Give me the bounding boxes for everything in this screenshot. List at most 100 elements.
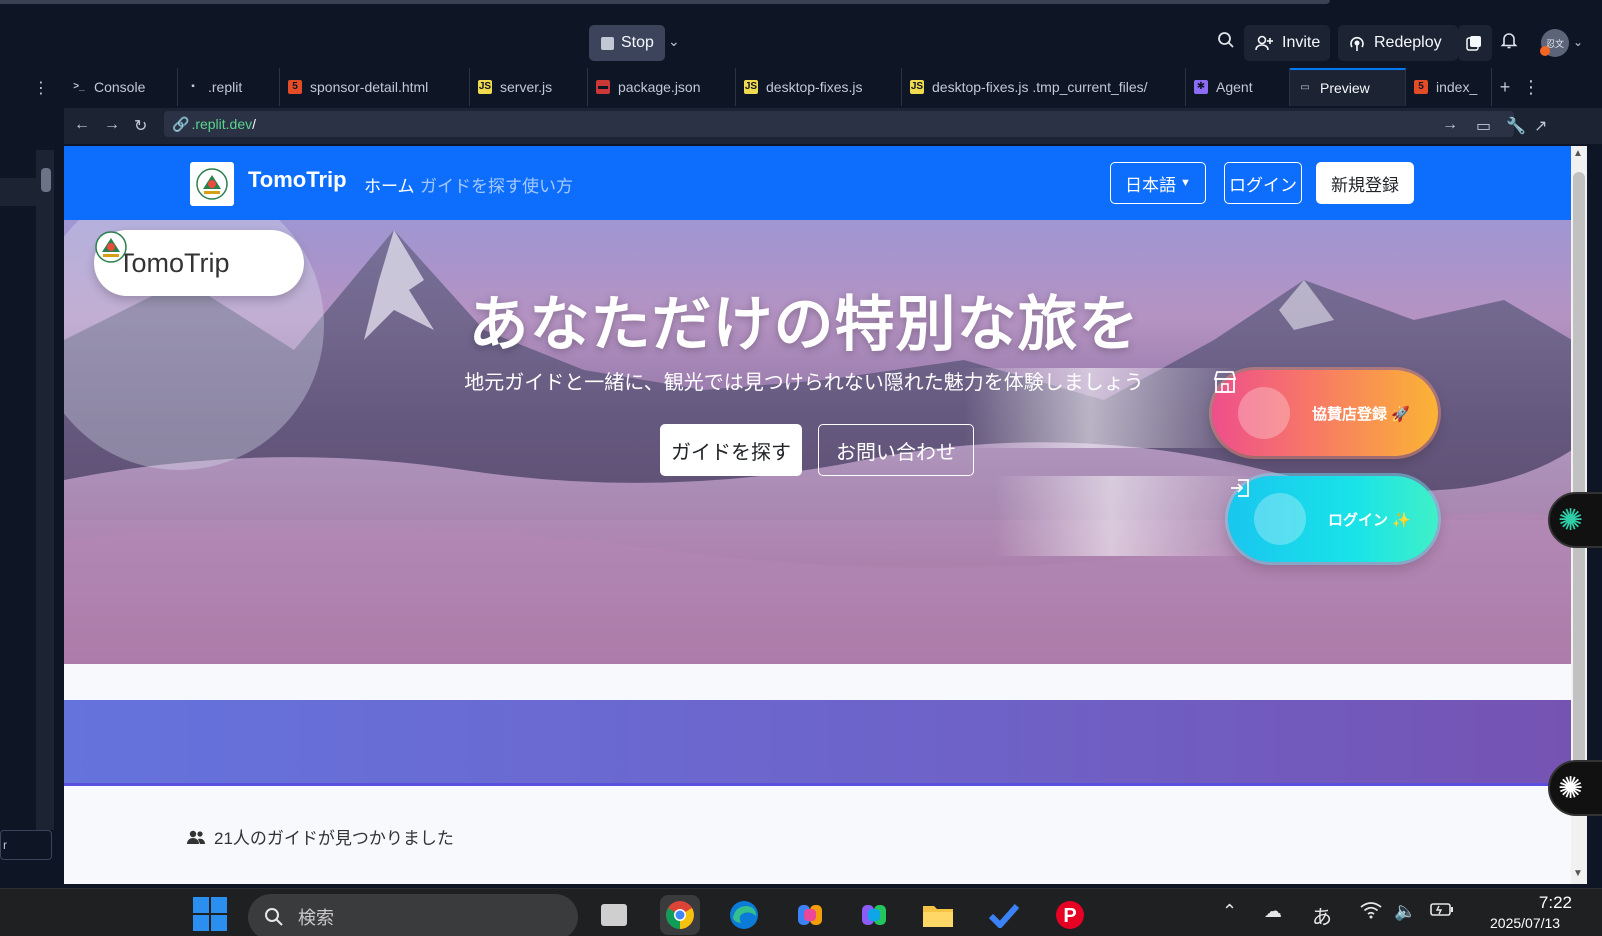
taskbar-date[interactable]: 2025/07/13 [1490,915,1560,931]
url-path: / [252,116,257,132]
filter-banner [64,700,1572,786]
store-icon [1213,371,1290,439]
floating-login-label: ログイン ✨ [1328,511,1411,529]
tab-label: desktop-fixes.js [766,79,863,95]
pinterest-icon[interactable]: P [1050,895,1090,935]
caret-down-icon: ▼ [1180,177,1191,189]
chevron-down-icon[interactable]: ⌄ [668,33,680,50]
invite-button[interactable]: Invite [1244,25,1331,61]
nav-howto-link[interactable]: 使い方 [522,172,573,197]
tab-label: .replit [208,79,243,95]
go-arrow-icon[interactable]: → [1442,116,1458,134]
light-streak [994,476,1254,556]
sponsor-register-button[interactable]: 協賛店登録 🚀 [1212,370,1438,456]
scroll-up-arrow-icon[interactable]: ▲ [1573,148,1583,159]
terminal-icon: >_ [73,81,85,92]
task-view-icon[interactable] [594,895,634,935]
preview-scroll-thumb[interactable] [1573,172,1585,772]
nav-login-button[interactable]: ログイン [1224,162,1302,204]
search-icon[interactable] [1217,31,1235,54]
reload-icon[interactable]: ↻ [134,116,147,136]
light-streak [964,368,1244,448]
battery-icon[interactable] [1430,901,1454,922]
ime-indicator[interactable]: あ [1312,901,1332,930]
hero-contact-button[interactable]: お問い合わせ [818,424,974,476]
tab-label: server.js [500,79,553,95]
windows-start-icon[interactable] [193,897,227,931]
sidebar-scrollbar[interactable] [36,150,54,830]
site-brand[interactable]: TomoTrip [248,167,347,193]
language-dropdown[interactable]: 日本語 ▼ [1110,162,1206,204]
sidebar-input[interactable]: r [0,830,52,860]
more-options-icon[interactable]: ⋮ [1518,68,1544,106]
tab-label: sponsor-detail.html [310,79,429,95]
js-icon: JS [744,80,758,94]
tab-agent[interactable]: ✱ Agent [1186,68,1290,106]
npm-icon: ▬ [596,80,610,94]
tab-console[interactable]: >_ Console [64,68,178,106]
link-icon: 🔗 [172,116,190,132]
preview-address-bar: ← → ↻ 🔗 .replit.dev/ → ▭ 🔧 ↗ [64,108,1602,144]
guides-count: 21人のガイドが見つかりました [186,824,454,849]
tab-preview[interactable]: ▭ Preview [1290,68,1406,106]
section-spacer [64,664,1572,700]
agent-icon: ✱ [1194,80,1208,94]
scroll-down-arrow-icon[interactable]: ▼ [1573,868,1583,879]
deployments-icon[interactable] [1458,25,1492,61]
html-icon: 5 [1414,80,1428,94]
taskbar-search[interactable]: 検索 [248,894,578,936]
editor-tabs: >_ Console ▪ .replit 5 sponsor-detail.html JS s… [64,68,1602,106]
devices-icon[interactable]: ▭ [1476,116,1491,136]
tab-sponsor-detail-html[interactable]: 5 sponsor-detail.html [280,68,470,106]
redeploy-button[interactable]: Redeploy [1338,25,1458,61]
new-tab-plus-icon[interactable]: + [1492,68,1518,106]
tab-label: Agent [1216,79,1253,95]
add-user-icon [1255,35,1273,51]
tab-desktop-fixes-js-tmp-current-files[interactable]: JS desktop-fixes.js .tmp_current_files/ [902,68,1186,106]
search-icon [265,908,283,926]
more-options-icon[interactable]: ⋮ [33,78,49,98]
show-hidden-icons-icon[interactable]: ⌃ [1222,901,1237,922]
chrome-icon[interactable] [660,895,700,935]
nav-home-link[interactable]: ホーム [364,172,415,197]
signup-button[interactable]: 新規登録 [1316,162,1414,204]
top-progress-line [0,0,1330,4]
login-icon [1231,479,1306,545]
nav-find-guides-link[interactable]: ガイドを探す [420,172,522,197]
weather-cloud-icon[interactable]: ☁ [1264,901,1282,922]
svg-text:P: P [1063,905,1076,927]
tab-server-js[interactable]: JS server.js [470,68,588,106]
tab-replit[interactable]: ▪ .replit [178,68,280,106]
hero-find-guides-button[interactable]: ガイドを探す [660,424,802,476]
stop-button[interactable]: Stop [589,25,665,61]
taskbar-clock[interactable]: 7:22 [1512,893,1572,913]
copilot-app-icon[interactable] [854,895,894,935]
chatgpt-extension-icon[interactable]: ✺ [1548,492,1602,548]
devtools-wrench-icon[interactable]: 🔧 [1506,116,1526,136]
sidebar-scroll-thumb[interactable] [41,168,51,192]
tab-package-json[interactable]: ▬ package.json [588,68,736,106]
wifi-icon[interactable] [1360,901,1382,924]
forward-arrow-icon[interactable]: → [104,116,120,134]
windows-taskbar: 検索 P ⌃ ☁ あ 🔈 7:22 2025/07/13 [0,888,1602,936]
openai-extension-icon[interactable]: ✺ [1548,760,1602,816]
stop-icon [601,36,614,50]
notification-dot [1540,46,1550,56]
tab-desktop-fixes-js[interactable]: JS desktop-fixes.js [736,68,902,106]
todo-icon[interactable] [984,895,1024,935]
file-explorer-icon[interactable] [918,895,958,935]
open-new-tab-icon[interactable]: ↗ [1534,116,1547,136]
back-arrow-icon[interactable]: ← [74,116,90,134]
chevron-down-icon[interactable]: ⌄ [1573,35,1583,49]
url-input[interactable]: 🔗 .replit.dev/ [164,111,1514,137]
copilot-icon[interactable] [790,895,830,935]
tomotrip-logo[interactable] [190,162,234,206]
floating-login-button[interactable]: ログイン ✨ [1228,476,1438,562]
deploy-icon [1350,36,1364,51]
edge-icon[interactable] [724,895,764,935]
language-label: 日本語 [1125,175,1177,195]
bell-icon[interactable] [1500,31,1518,54]
replit-topbar: Stop ⌄ Invite Redeploy 忍文 ⌄ [0,0,1602,68]
volume-icon[interactable]: 🔈 [1394,901,1416,922]
tab-index[interactable]: 5 index_ [1406,68,1492,106]
